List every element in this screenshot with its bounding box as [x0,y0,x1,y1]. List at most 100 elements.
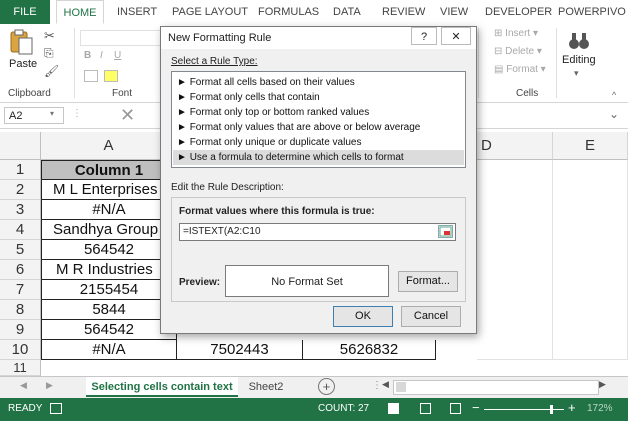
rule-type-item[interactable]: ► Format only cells that contain [177,90,320,105]
row-header[interactable]: 11 [0,360,41,376]
delete-cells-button[interactable]: ⊟ Delete ▾ [494,46,542,57]
zoom-level[interactable]: 172% [587,403,613,414]
table-cell[interactable]: M L Enterprises [41,180,177,200]
select-all-corner[interactable] [0,132,41,160]
scroll-right-icon[interactable]: ▶ [599,379,606,390]
normal-view-icon[interactable] [388,403,399,414]
rule-type-item[interactable]: ► Format only values that are above or b… [177,120,420,135]
tab-data[interactable]: DATA [333,0,361,24]
sheet-tab-active[interactable]: Selecting cells contain text [86,377,238,397]
row-header[interactable]: 9 [0,320,41,340]
cancel-entry-icon[interactable]: ✕ [120,105,135,126]
tab-powerpivot[interactable]: POWERPIVO [558,0,626,24]
empty-column-e[interactable] [553,160,628,360]
row-header[interactable]: 1 [0,160,41,180]
row-header[interactable]: 8 [0,300,41,320]
rule-type-item[interactable]: ► Format only top or bottom ranked value… [177,105,369,120]
tab-page-layout[interactable]: PAGE LAYOUT [172,0,248,24]
name-box[interactable]: A2 [4,107,64,124]
zoom-out-icon[interactable]: − [472,400,480,415]
scroll-sheets-left-icon[interactable]: ◀ [20,380,27,391]
row-header[interactable]: 6 [0,260,41,280]
zoom-in-icon[interactable]: + [568,400,576,415]
tab-home[interactable]: HOME [56,0,104,24]
rule-type-item[interactable]: ► Format all cells based on their values [177,75,355,90]
sheet-bar-menu-icon[interactable]: ⋮ [372,380,382,391]
column-header-a[interactable]: A [41,132,177,160]
row-header[interactable]: 5 [0,240,41,260]
rule-type-label: Format only values that are above or bel… [189,122,421,133]
row-header[interactable]: 2 [0,180,41,200]
table-cell[interactable]: 7502443 [177,340,303,360]
italic-button[interactable]: I [100,50,103,61]
tab-review[interactable]: REVIEW [382,0,425,24]
name-box-dropdown-icon[interactable]: ▾ [50,109,54,118]
row-header[interactable]: 4 [0,220,41,240]
formula-input[interactable]: =ISTEXT(A2:C10 [179,223,456,241]
header-cell-column-1[interactable]: Column 1 [41,160,177,180]
expand-formula-bar-icon[interactable]: ⌄ [609,107,619,121]
paste-label[interactable]: Paste [9,58,37,70]
bold-button[interactable]: B [84,50,91,61]
fill-color-icon[interactable] [104,70,118,82]
editing-button[interactable]: Editing [562,54,596,66]
sheet-tab[interactable]: Sheet2 [242,377,290,397]
paste-icon[interactable] [8,28,34,56]
scroll-sheets-right-icon[interactable]: ▶ [46,380,53,391]
help-button[interactable]: ? [411,27,437,45]
chevron-down-icon: ▾ [574,68,579,78]
page-layout-view-icon[interactable] [420,403,431,414]
table-cell[interactable]: 564542 [41,320,177,340]
empty-column-d[interactable] [477,160,553,360]
column-header-d[interactable]: D [477,132,553,160]
table-cell[interactable]: M R Industries [41,260,177,280]
row-header[interactable]: 10 [0,340,41,360]
scrollbar-thumb[interactable] [396,382,406,392]
format-painter-icon[interactable]: 🖌 [44,64,59,78]
borders-icon[interactable] [84,70,98,82]
macro-record-icon[interactable] [50,403,62,414]
table-cell[interactable]: 5844 [41,300,177,320]
table-cell[interactable]: #N/A [41,200,177,220]
table-cell[interactable]: 2155454 [41,280,177,300]
collapse-ribbon-icon[interactable]: ^ [612,90,616,100]
rule-type-item[interactable]: ► Format only unique or duplicate values [177,135,361,150]
formula-bar-grip-icon: ⋮ [72,108,82,119]
rule-type-item-selected[interactable]: ► Use a formula to determine which cells… [173,150,464,165]
ok-button[interactable]: OK [333,306,393,327]
dialog-title-bar[interactable]: New Formatting Rule ? ✕ [161,27,476,49]
close-button[interactable]: ✕ [441,27,471,45]
rule-type-label: Format all cells based on their values [189,77,355,88]
table-cell[interactable]: Sandhya Group [41,220,177,240]
format-label: Format [506,64,538,75]
table-cell[interactable]: 564542 [41,240,177,260]
cancel-button[interactable]: Cancel [401,306,461,327]
zoom-slider-thumb[interactable] [550,405,553,414]
table-cell[interactable]: #N/A [41,340,177,360]
scroll-left-icon[interactable]: ◀ [382,379,389,390]
underline-button[interactable]: U [114,50,121,61]
tab-formulas[interactable]: FORMULAS [258,0,319,24]
table-cell[interactable]: 5626832 [303,340,436,360]
copy-icon[interactable]: ⎘ [44,46,54,61]
row-header[interactable]: 7 [0,280,41,300]
format-button[interactable]: Format... [398,271,458,292]
insert-label: Insert [505,28,531,39]
add-sheet-icon[interactable]: + [318,378,335,395]
tab-file[interactable]: FILE [0,0,50,24]
binoculars-icon[interactable] [568,30,590,52]
row-header[interactable]: 3 [0,200,41,220]
cut-icon[interactable]: ✂ [44,28,55,44]
tab-view[interactable]: VIEW [440,0,468,24]
page-break-view-icon[interactable] [450,403,461,414]
font-name-box[interactable] [80,30,162,46]
dialog-title: New Formatting Rule [168,32,272,44]
column-header-e[interactable]: E [553,132,628,160]
insert-cells-button[interactable]: ⊞ Insert ▾ [494,28,538,39]
format-cells-button[interactable]: ▤ Format ▾ [494,64,546,75]
tab-insert[interactable]: INSERT [117,0,157,24]
horizontal-scrollbar[interactable] [393,380,599,395]
tab-developer[interactable]: DEVELOPER [485,0,552,24]
range-selector-icon[interactable] [438,225,453,238]
rule-type-list[interactable]: ► Format all cells based on their values… [171,71,466,168]
